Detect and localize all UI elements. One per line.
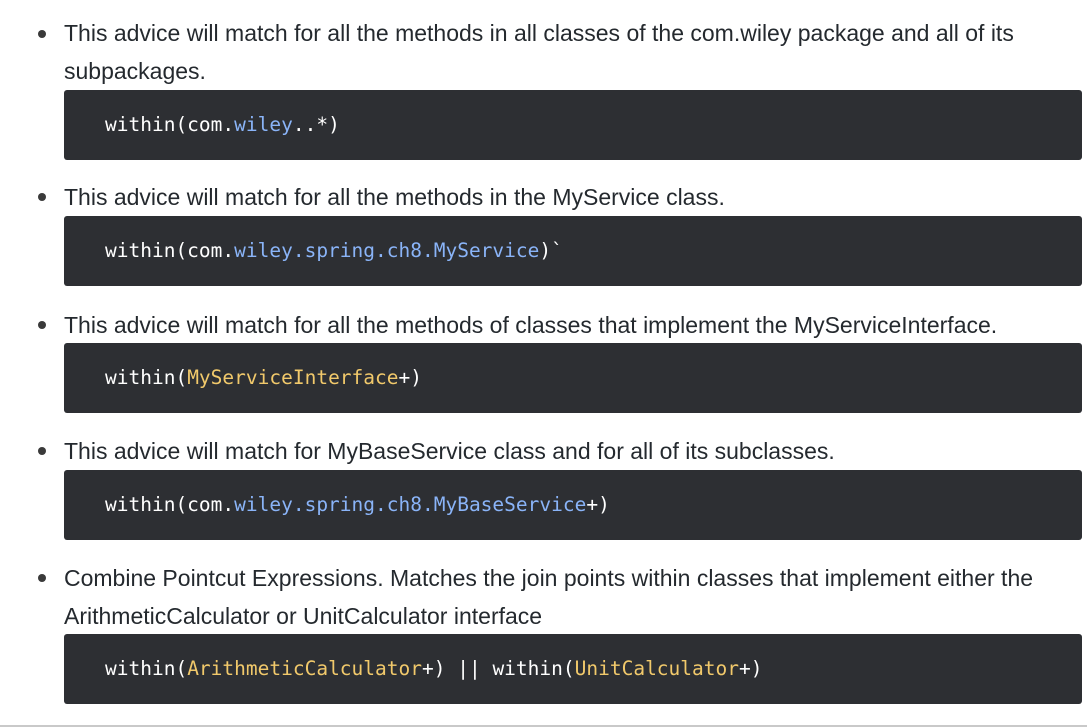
code-token: +) bbox=[739, 657, 763, 680]
document-page: This advice will match for all the metho… bbox=[0, 0, 1087, 727]
code-token: within( bbox=[105, 657, 188, 680]
code-block: within(com.wiley.spring.ch8.MyService)` bbox=[64, 216, 1082, 286]
bullet-icon bbox=[38, 574, 46, 582]
code-token: +) bbox=[586, 493, 610, 516]
code-token: within( bbox=[105, 366, 188, 389]
code-token: wiley bbox=[234, 113, 293, 136]
code-block: within(ArithmeticCalculator+) || within(… bbox=[64, 634, 1082, 704]
code-block: within(MyServiceInterface+) bbox=[64, 343, 1082, 413]
code-block: within(com.wiley..*) bbox=[64, 90, 1082, 160]
code-block: within(com.wiley.spring.ch8.MyBaseServic… bbox=[64, 470, 1082, 540]
item-description: Combine Pointcut Expressions. Matches th… bbox=[64, 565, 1034, 629]
code-token: ArithmeticCalculator bbox=[187, 657, 422, 680]
item-description: This advice will match for all the metho… bbox=[64, 20, 1014, 84]
code-token: ..*) bbox=[292, 113, 340, 136]
code-token: +) bbox=[398, 366, 422, 389]
item-description: This advice will match for all the metho… bbox=[64, 312, 998, 338]
bullet-icon bbox=[38, 321, 46, 329]
bullet-icon bbox=[38, 193, 46, 201]
code-token: wiley.spring.ch8.MyService bbox=[234, 239, 540, 262]
item-description: This advice will match for all the metho… bbox=[64, 184, 725, 210]
code-token: within(com. bbox=[105, 493, 235, 516]
code-token: UnitCalculator bbox=[574, 657, 739, 680]
code-token: within(com. bbox=[105, 239, 235, 262]
code-token: +) || within( bbox=[422, 657, 575, 680]
bullet-icon bbox=[38, 30, 46, 38]
code-token: within(com. bbox=[105, 113, 235, 136]
code-token: )` bbox=[539, 239, 563, 262]
code-token: MyServiceInterface bbox=[187, 366, 399, 389]
item-description: This advice will match for MyBaseService… bbox=[64, 438, 835, 464]
code-token: wiley.spring.ch8.MyBaseService bbox=[234, 493, 587, 516]
bullet-icon bbox=[38, 447, 46, 455]
